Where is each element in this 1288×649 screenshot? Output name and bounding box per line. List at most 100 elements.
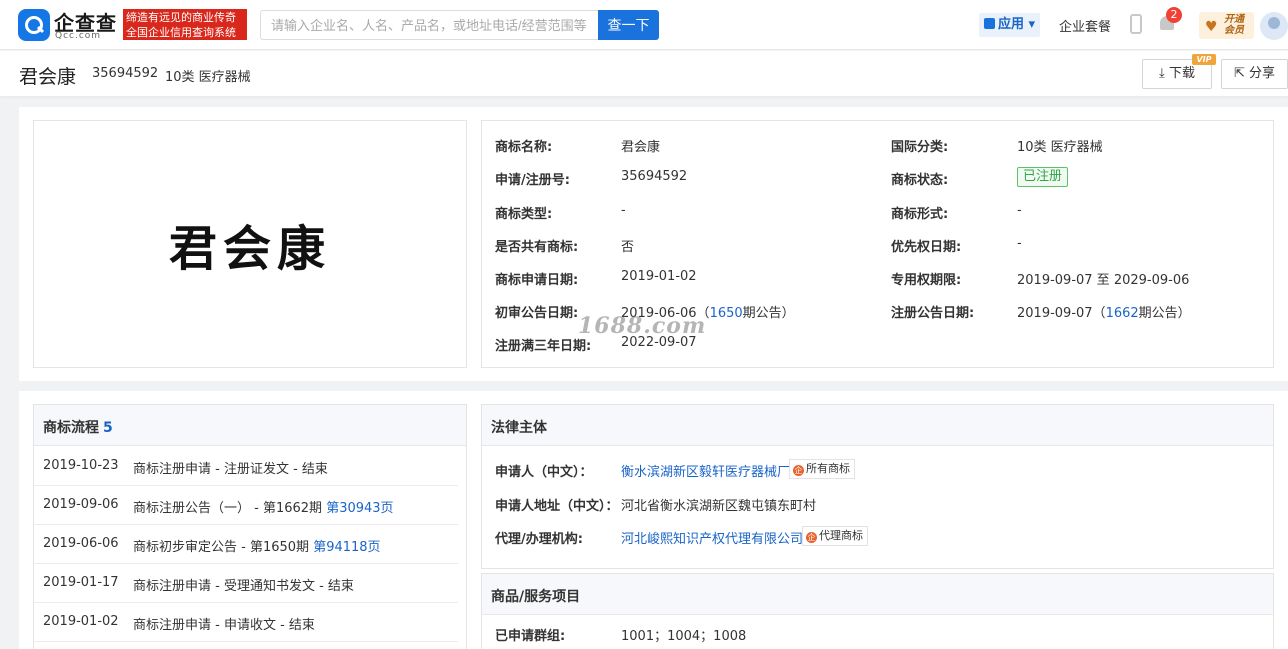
- legal-header: 法律主体: [482, 405, 1273, 446]
- agent-link[interactable]: 河北峻熙知识产权代理有限公司: [621, 528, 803, 547]
- flow-date: 2019-06-06: [43, 536, 119, 551]
- flow-title-text: 商标流程: [43, 420, 99, 436]
- flow-desc-text: 商标注册申请 - 注册证发文 - 结束: [133, 462, 328, 477]
- watermark: 1688.com: [578, 313, 707, 339]
- priority-label: 优先权日期:: [891, 240, 962, 255]
- flow-row: 2019-01-17 商标注册申请 - 受理通知书发文 - 结束: [34, 564, 458, 603]
- reg-pub-label: 注册公告日期:: [891, 306, 975, 321]
- flow-desc: 商标注册申请 - 申请收文 - 结束: [133, 614, 315, 633]
- slogan-banner: 缔造有远见的商业传奇 全国企业信用查询系统: [123, 9, 247, 40]
- flow-count: 5: [103, 420, 113, 436]
- group-label: 已申请群组:: [495, 629, 566, 644]
- shared-value: 否: [621, 240, 635, 255]
- download-icon: ⤓: [1159, 66, 1165, 81]
- title-class: 10类 医疗器械: [165, 70, 251, 85]
- vip-tag: VIP: [1192, 54, 1216, 65]
- type-value: -: [621, 203, 626, 218]
- name-label: 商标名称:: [495, 140, 553, 155]
- avatar[interactable]: [1260, 12, 1288, 40]
- trademark-sections-panel: 商标流程 5 2019-10-23 商标注册申请 - 注册证发文 - 结束 201…: [19, 391, 1288, 649]
- flow-row: 2019-09-06 商标注册公告（一） - 第1662期 第30943页: [34, 486, 458, 525]
- priority-value: -: [1017, 236, 1022, 251]
- flow-desc: 商标注册公告（一） - 第1662期 第30943页: [133, 497, 394, 516]
- title-reg-number: 35694592: [92, 66, 159, 81]
- apply-date-label: 商标申请日期:: [495, 273, 579, 288]
- notification-badge: 2: [1166, 7, 1182, 23]
- flow-row: 2019-10-23 商标注册申请 - 注册证发文 - 结束: [34, 447, 458, 486]
- agent-trademarks-tag[interactable]: 企代理商标: [802, 526, 868, 546]
- reg-pub-suffix: 期公告）: [1138, 306, 1191, 321]
- flow-page-link[interactable]: 第94118页: [313, 540, 380, 555]
- flow-row: 2019-06-06 商标初步审定公告 - 第1650期 第94118页: [34, 525, 458, 564]
- prelim-label: 初审公告日期:: [495, 306, 579, 321]
- search-input[interactable]: [260, 10, 598, 40]
- flow-date: 2019-01-17: [43, 575, 119, 590]
- brand-domain: Qcc.com: [55, 31, 102, 41]
- flow-header: 商标流程 5: [34, 405, 466, 446]
- address-label: 申请人地址（中文）：: [495, 499, 619, 514]
- prelim-issue-link[interactable]: 1650: [710, 306, 743, 321]
- flow-desc-text: 商标注册公告（一） - 第1662期: [133, 501, 327, 516]
- reg-pub-value: 2019-09-07（1662期公告）: [1017, 302, 1191, 321]
- shared-label: 是否共有商标:: [495, 240, 579, 255]
- share-label: 分享: [1249, 66, 1276, 81]
- flow-date: 2019-01-02: [43, 614, 119, 629]
- apps-label: 应用: [998, 17, 1025, 32]
- flow-date: 2019-09-06: [43, 497, 119, 512]
- download-label: 下载: [1168, 66, 1195, 81]
- vip-label: 开通 会员: [1224, 14, 1244, 36]
- reg-pub-date: 2019-09-07（: [1017, 306, 1106, 321]
- goods-title: 商品/服务项目: [491, 589, 581, 605]
- page-title: 君会康: [19, 66, 77, 88]
- address-value: 河北省衡水滨湖新区魏屯镇东町村: [621, 499, 817, 514]
- mobile-app-icon[interactable]: [1130, 14, 1142, 34]
- tag-logo-icon: 企: [793, 465, 804, 476]
- qcc-logo-icon[interactable]: [18, 9, 50, 41]
- flow-title: 商标流程 5: [43, 417, 113, 437]
- enterprise-package-link[interactable]: 企业套餐: [1059, 16, 1111, 35]
- trademark-image-text: 君会康: [168, 221, 331, 277]
- apps-grid-icon: [984, 18, 995, 29]
- legal-title: 法律主体: [491, 420, 547, 436]
- agent-label: 代理/办理机构:: [495, 532, 583, 547]
- intl-class-label: 国际分类:: [891, 140, 949, 155]
- goods-services-section: 商品/服务项目 已申请群组: 1001；1004；1008: [481, 573, 1274, 649]
- flow-desc-text: 商标注册申请 - 受理通知书发文 - 结束: [133, 579, 354, 594]
- flow-row: 2019-01-02 商标注册申请 - 申请收文 - 结束: [34, 603, 458, 642]
- status-badge: 已注册: [1017, 167, 1069, 187]
- all-trademarks-tag[interactable]: 企所有商标: [789, 459, 855, 479]
- share-button[interactable]: ⇱ 分享: [1221, 59, 1288, 89]
- apps-menu[interactable]: 应用 ▾: [979, 13, 1041, 37]
- form-label: 商标形式:: [891, 207, 949, 222]
- open-vip-button[interactable]: ♥ 开通 会员: [1199, 12, 1254, 39]
- group-value: 1001；1004；1008: [621, 629, 747, 644]
- three-year-label: 注册满三年日期:: [495, 339, 592, 354]
- exclusive-label: 专用权期限:: [891, 273, 962, 288]
- status-label: 商标状态:: [891, 173, 949, 188]
- flow-desc: 商标注册申请 - 受理通知书发文 - 结束: [133, 575, 354, 594]
- flow-desc-text: 商标注册申请 - 申请收文 - 结束: [133, 618, 315, 633]
- applicant-label: 申请人（中文）：: [495, 465, 593, 480]
- vip-heart-icon: ♥: [1205, 19, 1218, 35]
- flow-desc-text: 商标初步审定公告 - 第1650期: [133, 540, 314, 555]
- trademark-title-bar: 君会康 35694592 10类 医疗器械 ⤓ 下载 VIP ⇱ 分享: [0, 51, 1288, 97]
- trademark-image: 君会康: [33, 120, 467, 368]
- trademark-info-panel: 君会康 商标名称: 君会康 国际分类: 10类 医疗器械 申请/注册号: 356…: [19, 107, 1288, 381]
- top-header: 企查查 Qcc.com 缔造有远见的商业传奇 全国企业信用查询系统 查一下 应用…: [0, 0, 1288, 50]
- flow-page-link[interactable]: 第30943页: [326, 501, 393, 516]
- applicant-link[interactable]: 衡水滨湖新区毅轩医疗器械厂: [621, 461, 790, 480]
- share-icon: ⇱: [1233, 66, 1245, 81]
- prelim-suffix: 期公告）: [742, 306, 795, 321]
- exclusive-value: 2019-09-07 至 2029-09-06: [1017, 273, 1190, 288]
- flow-desc: 商标初步审定公告 - 第1650期 第94118页: [133, 536, 381, 555]
- apply-date-value: 2019-01-02: [621, 269, 697, 284]
- all-trademarks-label: 所有商标: [806, 462, 850, 475]
- reg-no-value: 35694592: [621, 169, 688, 184]
- reg-pub-issue-link[interactable]: 1662: [1106, 306, 1139, 321]
- flow-date: 2019-10-23: [43, 458, 119, 473]
- search-button[interactable]: 查一下: [598, 10, 659, 40]
- agent-trademarks-label: 代理商标: [819, 529, 863, 542]
- trademark-flow-section: 商标流程 5 2019-10-23 商标注册申请 - 注册证发文 - 结束 201…: [33, 404, 467, 649]
- name-value: 君会康: [621, 140, 661, 155]
- form-value: -: [1017, 203, 1022, 218]
